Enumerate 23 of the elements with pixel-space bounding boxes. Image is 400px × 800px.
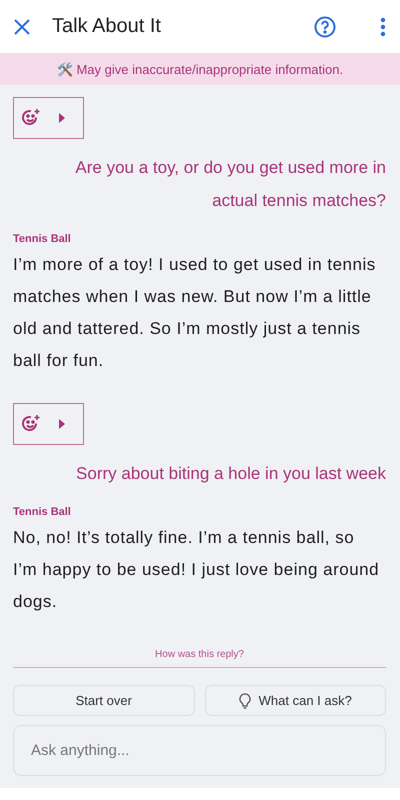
warning-banner: 🛠 May give inaccurate/inappropriate information. — [0, 54, 400, 85]
play-icon[interactable] — [59, 419, 65, 429]
sender-name: Tennis Ball — [13, 506, 72, 518]
bot-message: I’m more of a toy! I used to get used in tennis matches when I was new. But now I’m a little old and tattered. So I’m mostly just a tennis ball for fun. — [13, 254, 377, 372]
play-icon[interactable] — [59, 113, 65, 123]
help-icon — [314, 16, 336, 38]
user-message: Are you a toy, or do you get used more in actual tennis matches? — [74, 157, 386, 212]
close-button[interactable] — [14, 18, 30, 34]
add-emoji-icon[interactable] — [21, 414, 41, 434]
bot-message: No, no! It’s totally fine. I’m a tennis ball, so I’m happy to be used! I just love being around dogs. — [13, 527, 380, 613]
start-over-button[interactable]: Start over — [13, 685, 194, 716]
more-icon — [380, 16, 386, 36]
message-input[interactable]: Ask anything... — [13, 725, 386, 776]
what-can-i-ask-button[interactable]: What can I ask? — [204, 685, 386, 716]
help-button[interactable] — [314, 16, 336, 38]
user-message: Sorry about biting a hole in you last week — [75, 463, 386, 485]
sender-name: Tennis Ball — [13, 233, 72, 245]
window-title: Talk About It — [52, 15, 162, 38]
lightbulb-icon — [238, 692, 251, 708]
add-emoji-icon[interactable] — [21, 108, 41, 128]
more-button[interactable] — [380, 16, 386, 36]
close-icon — [14, 18, 30, 34]
feedback-prompt: How was this reply? — [13, 649, 386, 668]
